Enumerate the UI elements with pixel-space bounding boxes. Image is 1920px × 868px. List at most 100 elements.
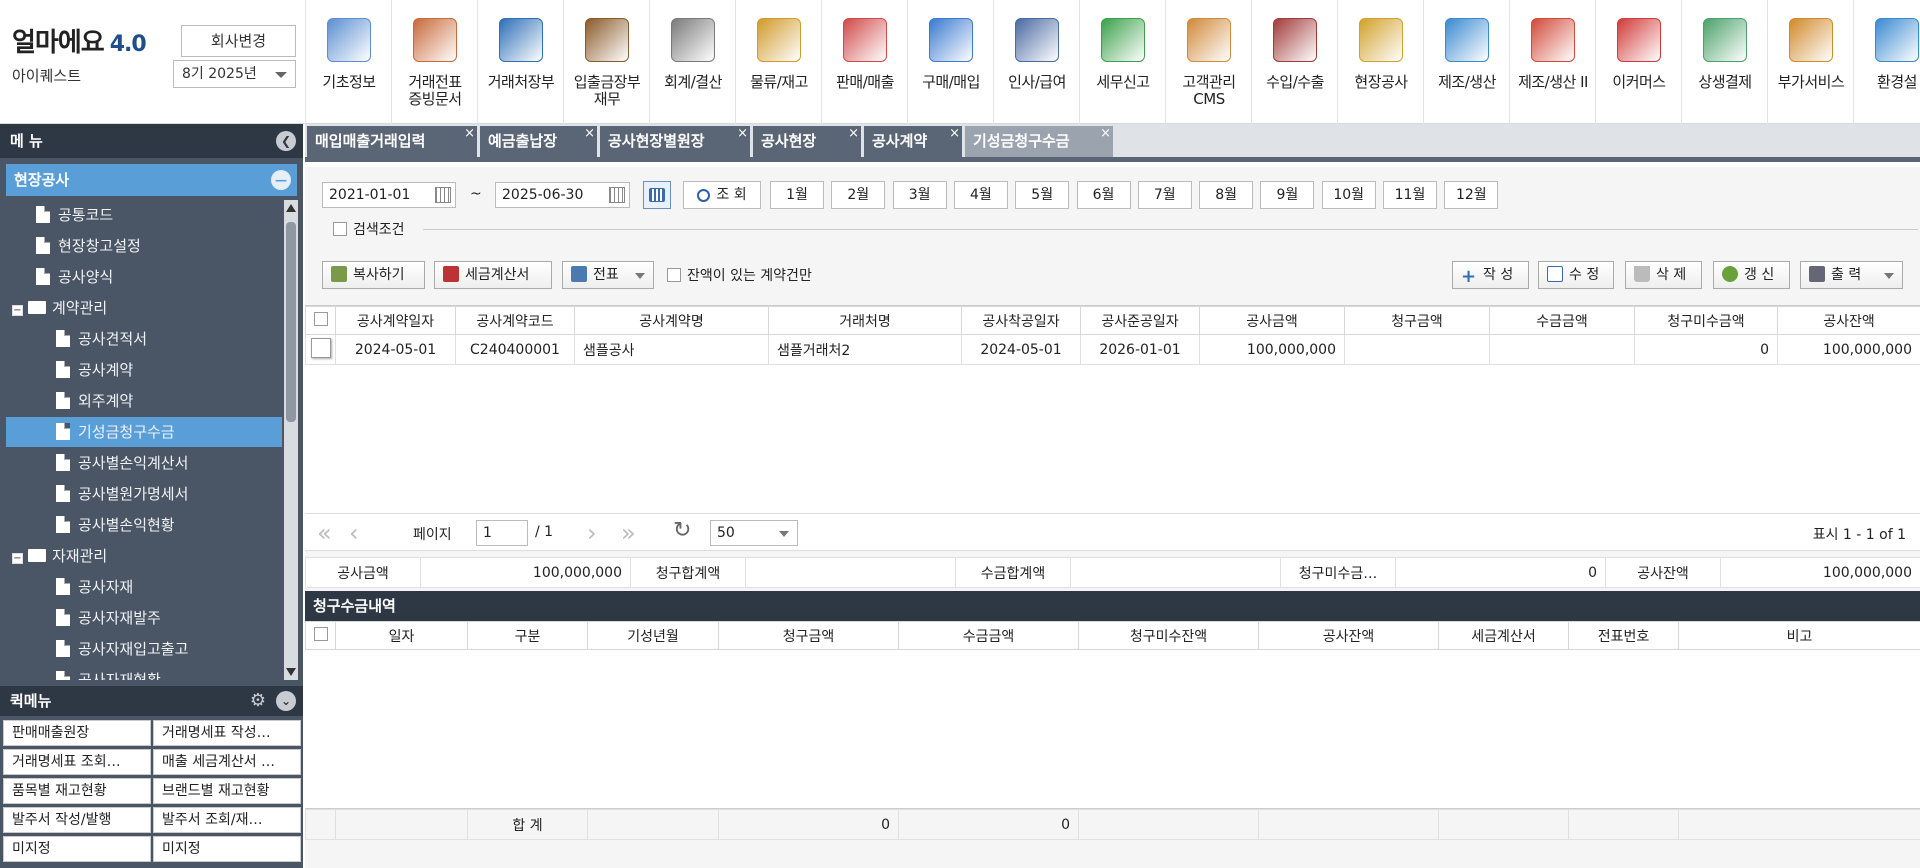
month-button[interactable]: 12월: [1444, 181, 1499, 209]
print-dropdown[interactable]: 출 력: [1800, 261, 1903, 289]
column-header[interactable]: 거래처명: [768, 306, 962, 335]
tab-0[interactable]: 매입매출거래입력 ×: [307, 126, 477, 157]
change-company-button[interactable]: 회사변경: [181, 25, 296, 57]
tree-item[interactable]: − 자재관리: [12, 541, 107, 571]
column-header[interactable]: 청구금액: [718, 621, 899, 650]
module-purchase[interactable]: 구매/매입: [907, 0, 993, 124]
prev-page-icon[interactable]: ‹: [349, 519, 359, 547]
quick-menu-item[interactable]: 발주서 작성/발행: [3, 807, 151, 833]
tree-scrollbar[interactable]: [284, 200, 298, 680]
quick-menu-item[interactable]: 거래명세표 작성…: [153, 720, 301, 746]
close-icon[interactable]: ×: [848, 118, 859, 149]
module-settings-gear[interactable]: 환경설: [1853, 0, 1920, 124]
tree-item[interactable]: 공통코드: [36, 200, 113, 230]
chevron-down-icon[interactable]: ⌄: [276, 691, 296, 711]
refresh-button[interactable]: 갱 신: [1713, 261, 1790, 289]
tree-item[interactable]: 기성금청구수금: [6, 417, 282, 447]
voucher-dropdown[interactable]: 전표: [562, 261, 654, 289]
month-button[interactable]: 5월: [1015, 181, 1070, 209]
select-all-header[interactable]: [305, 621, 336, 650]
month-button[interactable]: 1월: [770, 181, 824, 209]
first-page-icon[interactable]: «: [317, 519, 332, 547]
module-hr-payroll[interactable]: 인사/급여: [993, 0, 1079, 124]
period-select[interactable]: 8기 2025년: [173, 60, 296, 88]
calendar-picker-button[interactable]: [643, 181, 671, 209]
module-client-ledger[interactable]: 거래처장부: [477, 0, 563, 124]
copy-button[interactable]: 복사하기: [322, 261, 425, 289]
search-button[interactable]: 조 회: [683, 181, 761, 209]
collapse-left-icon[interactable]: ❮: [276, 131, 296, 151]
module-accounting[interactable]: 회계/결산: [649, 0, 735, 124]
column-header[interactable]: 공사금액: [1199, 306, 1345, 335]
scroll-thumb[interactable]: [286, 222, 296, 422]
delete-button[interactable]: 삭 제: [1625, 261, 1702, 289]
next-page-icon[interactable]: ›: [587, 519, 597, 547]
tab-3[interactable]: 공사현장 ×: [753, 126, 861, 157]
tab-1[interactable]: 예금출납장 ×: [480, 126, 597, 157]
close-icon[interactable]: ×: [584, 118, 595, 149]
tree-item[interactable]: − 계약관리: [12, 293, 107, 323]
tree-item[interactable]: 공사자재입고출고: [56, 634, 188, 664]
column-header[interactable]: 수금금액: [1489, 306, 1635, 335]
tree-item[interactable]: 공사자재현황: [56, 665, 161, 680]
table-row[interactable]: 2024-05-01 C240400001 샘플공사 샘플거래처2 2024-05-01…: [305, 334, 1920, 365]
column-header[interactable]: 일자: [335, 621, 468, 650]
module-factory[interactable]: 제조/생산 II: [1509, 0, 1595, 124]
tab-2[interactable]: 공사현장별원장 ×: [600, 126, 750, 157]
tree-item[interactable]: 공사견적서: [56, 324, 147, 354]
quick-menu-item[interactable]: 품목별 재고현황: [3, 778, 151, 804]
create-button[interactable]: + 작 성: [1452, 261, 1529, 289]
tree-item[interactable]: 현장창고설정: [36, 231, 141, 261]
row-checkbox[interactable]: [310, 337, 331, 358]
column-header[interactable]: 공사잔액: [1258, 621, 1439, 650]
close-icon[interactable]: ×: [1100, 118, 1111, 149]
module-manufacturing[interactable]: 제조/생산: [1423, 0, 1509, 124]
quick-menu-item[interactable]: 거래명세표 조회…: [3, 749, 151, 775]
scroll-up-icon[interactable]: [286, 204, 296, 212]
column-header[interactable]: 공사착공일자: [961, 306, 1081, 335]
column-header[interactable]: 전표번호: [1568, 621, 1679, 650]
month-button[interactable]: 9월: [1260, 181, 1315, 209]
module-logistics-cart[interactable]: 물류/재고: [735, 0, 821, 124]
column-header[interactable]: 비고: [1678, 621, 1920, 650]
column-header[interactable]: 세금계산서: [1438, 621, 1569, 650]
page-size-select[interactable]: 50: [710, 520, 798, 546]
column-header[interactable]: 청구미수금액: [1634, 306, 1778, 335]
tree-item[interactable]: 공사양식: [36, 262, 113, 292]
row-select-cell[interactable]: [305, 334, 336, 365]
module-construction-site[interactable]: 현장공사: [1337, 0, 1423, 124]
date-to-input[interactable]: 2025-06-30: [495, 182, 630, 208]
month-button[interactable]: 4월: [953, 181, 1008, 209]
search-condition-checkbox[interactable]: [333, 222, 347, 236]
edit-button[interactable]: 수 정: [1538, 261, 1614, 289]
quick-menu-item[interactable]: 미지정: [3, 836, 151, 862]
tree-item[interactable]: 공사별손익계산서: [56, 448, 188, 478]
tab-5[interactable]: 기성금청구수금 ×: [965, 126, 1113, 157]
last-page-icon[interactable]: »: [621, 519, 636, 547]
section-header[interactable]: 현장공사 —: [6, 164, 297, 196]
quick-menu-item[interactable]: 브랜드별 재고현황: [153, 778, 301, 804]
calendar-icon[interactable]: [435, 187, 451, 203]
tab-4[interactable]: 공사계약 ×: [864, 126, 962, 157]
month-button[interactable]: 2월: [831, 181, 886, 209]
select-all-checkbox[interactable]: [313, 626, 328, 641]
month-button[interactable]: 6월: [1076, 181, 1131, 209]
collapse-icon[interactable]: −: [12, 305, 23, 316]
month-button[interactable]: 10월: [1321, 181, 1376, 209]
module-sales[interactable]: 판매/매출: [821, 0, 907, 124]
module-customer-cms[interactable]: 고객관리 CMS: [1165, 0, 1251, 124]
minus-icon[interactable]: —: [271, 170, 291, 190]
close-icon[interactable]: ×: [949, 118, 960, 149]
quick-menu-item[interactable]: 미지정: [153, 836, 301, 862]
tree-item[interactable]: 공사별손익현황: [56, 510, 175, 540]
scroll-down-icon[interactable]: [286, 668, 296, 676]
column-header[interactable]: 기성년월: [587, 621, 719, 650]
module-ecommerce-shop[interactable]: 이커머스: [1595, 0, 1681, 124]
balance-only-checkbox[interactable]: [667, 268, 681, 282]
close-icon[interactable]: ×: [737, 118, 748, 149]
select-all-checkbox[interactable]: [313, 311, 328, 326]
column-header[interactable]: 수금금액: [898, 621, 1079, 650]
tax-invoice-button[interactable]: 세금계산서: [434, 261, 552, 289]
quick-menu-item[interactable]: 발주서 조회/재…: [153, 807, 301, 833]
column-header[interactable]: 청구금액: [1344, 306, 1490, 335]
